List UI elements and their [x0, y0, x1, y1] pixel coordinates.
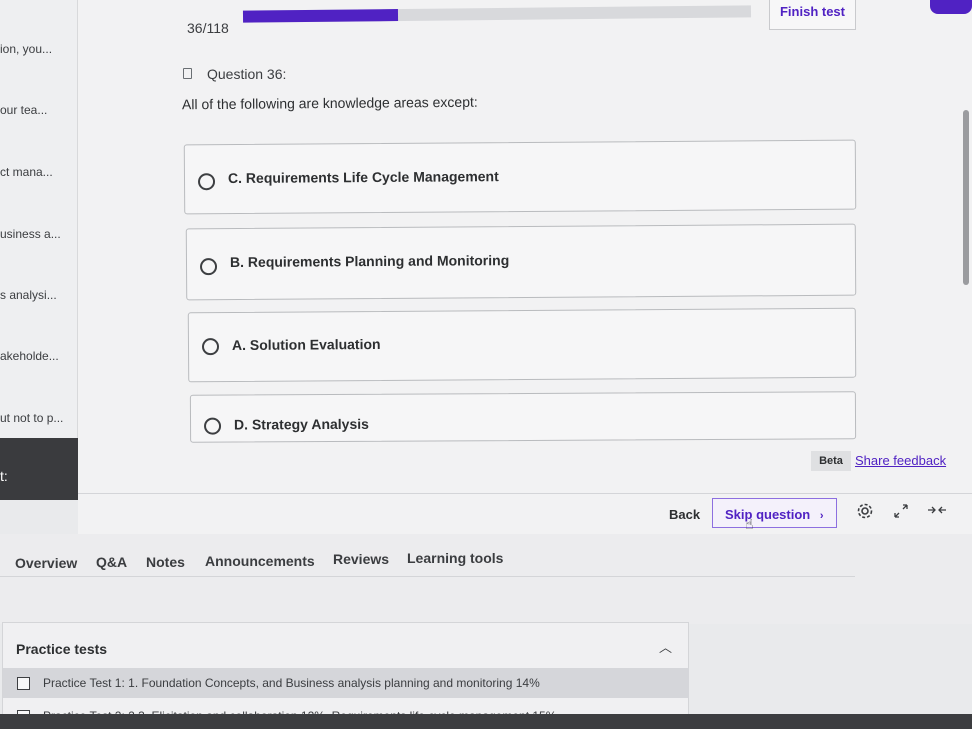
menu-accent[interactable]	[930, 0, 972, 14]
tab-learning-tools[interactable]: Learning tools	[407, 550, 503, 566]
practice-tests-title: Practice tests	[16, 641, 108, 657]
tabs-divider	[0, 576, 855, 577]
share-feedback-link[interactable]: Share feedback	[855, 453, 946, 468]
answer-option-c[interactable]: C. Requirements Life Cycle Management	[183, 139, 857, 215]
practice-test-label: Practice Test 1: 1. Foundation Concepts,…	[43, 676, 540, 690]
expand-icon[interactable]	[893, 503, 909, 524]
finish-test-button[interactable]: Finish test	[769, 0, 856, 30]
chevron-right-icon: ›	[819, 510, 824, 522]
sidebar-item[interactable]: usiness a...	[0, 227, 78, 241]
question-number: Question 36:	[207, 66, 287, 82]
radio-button[interactable]	[201, 338, 220, 356]
tab-announcements[interactable]: Announcements	[205, 553, 315, 569]
answer-label: C. Requirements Life Cycle Management	[227, 168, 499, 187]
practice-tests-panel: Practice tests ︿ Practice Test 1: 1. Fou…	[2, 622, 689, 729]
answer-option-d[interactable]: D. Strategy Analysis	[189, 391, 857, 443]
bottom-bar	[0, 714, 972, 729]
sidebar-item[interactable]: ct mana...	[0, 165, 78, 179]
skip-question-button[interactable]: Skip question ›	[712, 498, 837, 528]
checkbox[interactable]	[17, 677, 30, 690]
quiz-panel: 36/118 Finish test Question 36: All of t…	[78, 0, 972, 534]
radio-button[interactable]	[203, 417, 222, 435]
bookmark-icon[interactable]	[183, 68, 192, 79]
answer-option-b[interactable]: B. Requirements Planning and Monitoring	[185, 223, 857, 301]
chevron-up-icon[interactable]: ︿	[659, 637, 672, 656]
tab-reviews[interactable]: Reviews	[333, 551, 389, 567]
collapse-icon[interactable]	[927, 503, 947, 522]
answer-label: D. Strategy Analysis	[233, 415, 369, 433]
progress-label: 36/118	[187, 20, 229, 36]
curriculum-sidebar: ion, you... our tea... ct mana... usines…	[0, 0, 78, 500]
answer-label: B. Requirements Planning and Monitoring	[229, 252, 510, 271]
radio-button[interactable]	[199, 258, 218, 276]
sidebar-item-active[interactable]: t:	[0, 438, 78, 500]
practice-test-item[interactable]: Practice Test 1: 1. Foundation Concepts,…	[3, 668, 689, 698]
answer-label: A. Solution Evaluation	[231, 335, 381, 354]
answer-option-a[interactable]: A. Solution Evaluation	[187, 307, 857, 383]
divider	[78, 493, 972, 494]
hand-cursor-icon: ☝	[745, 516, 754, 532]
skip-label: Skip question	[725, 507, 811, 522]
progress-fill	[242, 9, 399, 23]
question-text: All of the following are knowledge areas…	[181, 93, 478, 113]
sidebar-item[interactable]: our tea...	[0, 103, 78, 117]
sidebar-item[interactable]: akeholde...	[0, 349, 78, 363]
sidebar-item[interactable]: ion, you...	[0, 42, 78, 56]
tab-notes[interactable]: Notes	[146, 554, 185, 570]
progress-bar	[242, 5, 752, 23]
beta-badge: Beta	[811, 451, 851, 471]
radio-button[interactable]	[197, 173, 216, 191]
tab-overview[interactable]: Overview	[15, 555, 77, 571]
scrollbar[interactable]	[963, 110, 969, 285]
course-tabs: Overview Q&A Notes Announcements Reviews…	[0, 534, 972, 624]
sidebar-item[interactable]: ut not to p...	[0, 411, 78, 425]
back-button[interactable]: Back	[669, 507, 700, 522]
sidebar-item[interactable]: s analysi...	[0, 288, 78, 302]
tab-qa[interactable]: Q&A	[96, 554, 127, 570]
gear-icon[interactable]	[856, 502, 874, 525]
